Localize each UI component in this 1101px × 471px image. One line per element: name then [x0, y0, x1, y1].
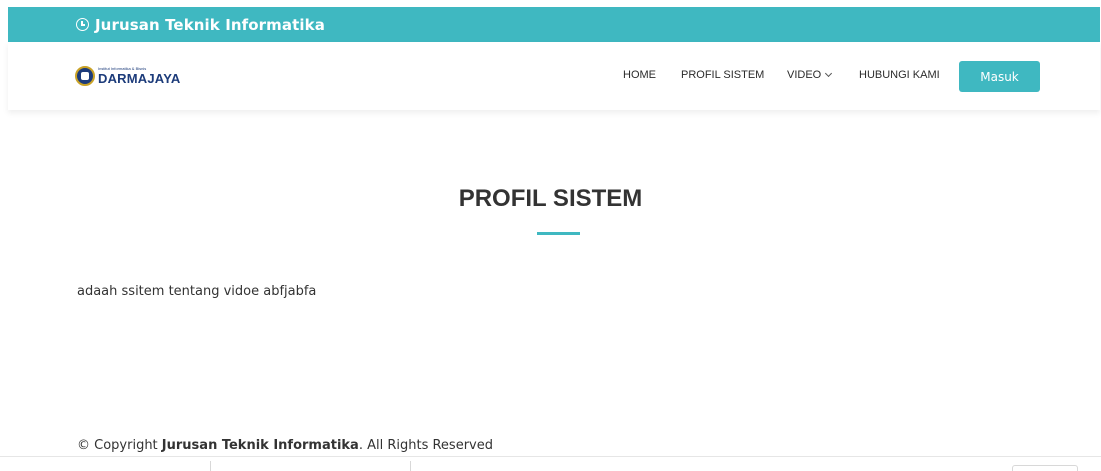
nav-item-home[interactable]: HOME: [623, 69, 656, 81]
nav-item-profil-sistem[interactable]: PROFIL SISTEM: [681, 69, 764, 81]
divider: [210, 461, 211, 471]
nav-item-video[interactable]: VIDEO: [787, 69, 833, 81]
footer-org: Jurusan Teknik Informatika: [161, 438, 359, 453]
top-info-bar: Jurusan Teknik Informatika: [8, 7, 1100, 42]
footer-copyright: © Copyright Jurusan Teknik Informatika. …: [77, 438, 493, 453]
department-title: Jurusan Teknik Informatika: [95, 15, 325, 34]
page-title: PROFIL SISTEM: [458, 185, 643, 212]
chevron-down-icon: [825, 69, 833, 78]
divider: [410, 461, 411, 471]
footer-suffix: . All Rights Reserved: [358, 438, 493, 453]
nav-item-video-label: VIDEO: [787, 69, 822, 81]
profile-description: adaah ssitem tentang vidoe abfjabfa: [77, 284, 317, 299]
clock-icon: [76, 18, 89, 31]
bottom-strip: [0, 456, 1101, 471]
footer-prefix: © Copyright: [77, 438, 162, 453]
title-underline: [537, 232, 580, 235]
main-navbar: Institut Informatika & Bisnis DARMAJAYA …: [8, 42, 1100, 110]
bottom-box: [1012, 465, 1078, 471]
login-button[interactable]: Masuk: [959, 61, 1040, 92]
nav-menu: HOME PROFIL SISTEM VIDEO HUBUNGI KAMI: [8, 42, 1100, 110]
nav-item-hubungi-kami[interactable]: HUBUNGI KAMI: [859, 69, 940, 81]
